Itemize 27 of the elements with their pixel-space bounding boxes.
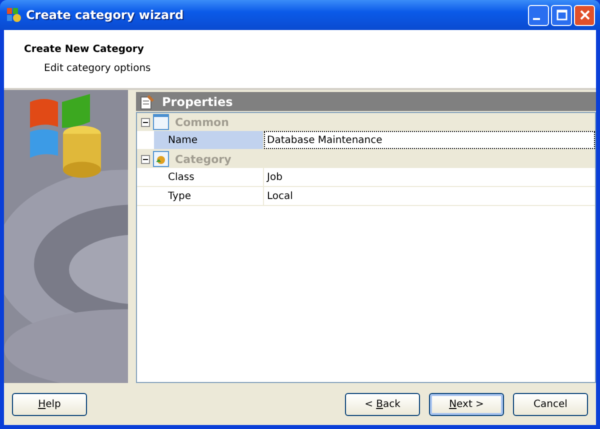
collapse-icon[interactable] xyxy=(141,118,150,126)
category-icon xyxy=(153,151,169,167)
dialog-button[interactable]: Cancel xyxy=(513,392,588,416)
minimize-icon xyxy=(533,18,540,20)
dialog-button[interactable]: < Back xyxy=(345,392,420,416)
window-title: Create category wizard xyxy=(26,8,185,22)
properties-title: Properties xyxy=(162,94,233,108)
maximize-icon xyxy=(556,9,568,21)
app-icon xyxy=(6,7,22,23)
window-icon xyxy=(153,114,169,130)
maximize-button[interactable] xyxy=(551,4,572,26)
group-label: Common xyxy=(175,116,229,128)
group-label: Category xyxy=(175,152,232,166)
page-subtitle: Edit category options xyxy=(43,63,152,74)
property-value[interactable]: Job xyxy=(264,168,595,186)
page-title: Create New Category xyxy=(24,44,145,55)
property-name[interactable]: Name xyxy=(154,131,264,149)
close-button[interactable] xyxy=(574,4,595,26)
property-value[interactable]: Local xyxy=(264,187,595,205)
help-button[interactable]: Help xyxy=(12,392,87,416)
property-name[interactable]: Class xyxy=(154,168,264,186)
default-button[interactable]: Next > xyxy=(429,392,504,416)
property-value[interactable]: Database Maintenance xyxy=(264,131,595,149)
close-icon xyxy=(578,9,590,21)
minimize-button[interactable] xyxy=(528,4,549,26)
property-name[interactable]: Type xyxy=(154,187,264,205)
collapse-icon[interactable] xyxy=(141,154,150,164)
